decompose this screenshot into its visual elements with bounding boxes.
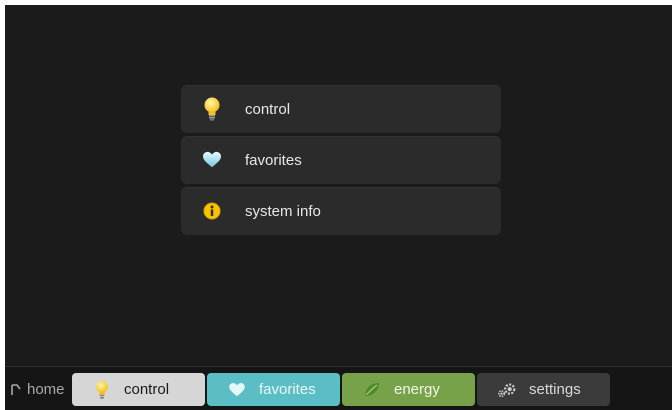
tab-control[interactable]: control [72, 373, 205, 406]
tab-favorites[interactable]: favorites [207, 373, 340, 406]
main-menu: control favorites system info [181, 85, 501, 238]
screen: control favorites system info home contr… [5, 5, 672, 410]
back-arrow-icon [11, 383, 21, 396]
menu-item-favorites[interactable]: favorites [181, 136, 501, 184]
heart-icon [227, 380, 247, 400]
home-button[interactable]: home [11, 381, 65, 398]
lightbulb-icon [203, 97, 221, 121]
leaf-icon [362, 380, 382, 400]
lightbulb-icon [92, 380, 112, 400]
gears-icon [497, 380, 517, 400]
heart-icon [203, 149, 221, 171]
info-icon [203, 200, 221, 222]
tab-label: control [124, 381, 170, 398]
tab-label: energy [394, 381, 440, 398]
menu-item-control[interactable]: control [181, 85, 501, 133]
tab-energy[interactable]: energy [342, 373, 475, 406]
tab-settings[interactable]: settings [477, 373, 610, 406]
menu-item-label: system info [245, 202, 321, 220]
home-label: home [27, 381, 65, 398]
tab-label: favorites [259, 381, 316, 398]
tab-label: settings [529, 381, 581, 398]
menu-item-label: favorites [245, 151, 302, 169]
menu-item-system-info[interactable]: system info [181, 187, 501, 235]
menu-item-label: control [245, 100, 291, 118]
taskbar: home control favorites energy settings [5, 366, 672, 410]
